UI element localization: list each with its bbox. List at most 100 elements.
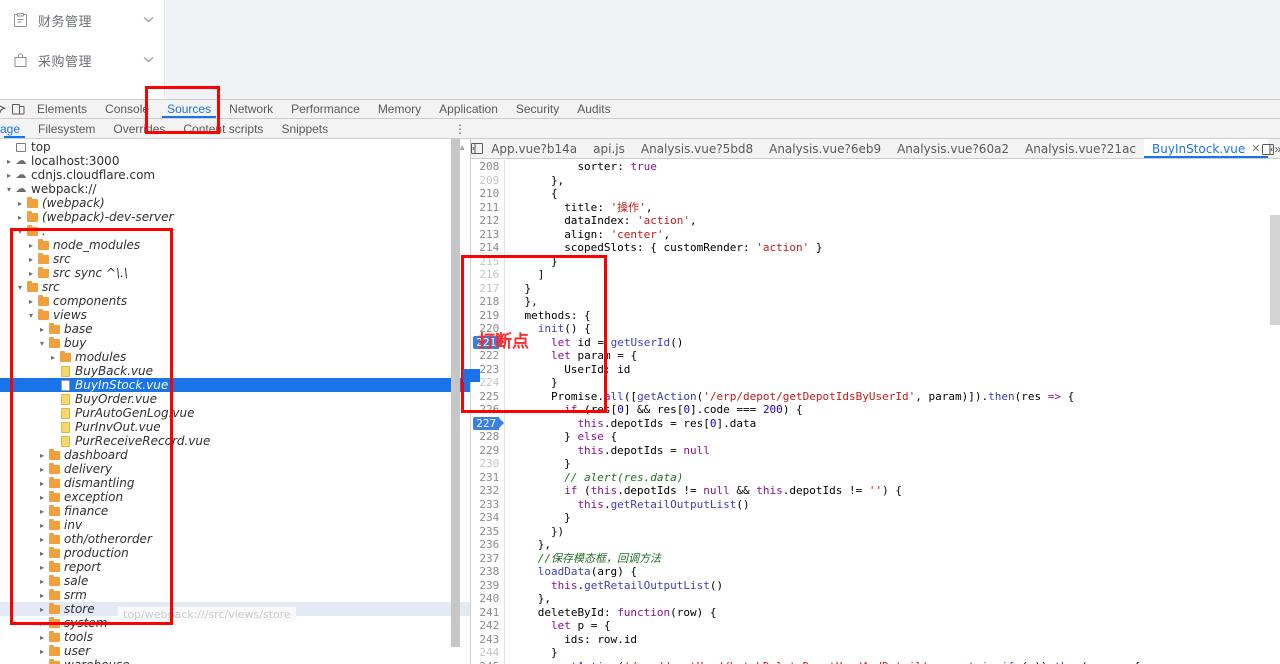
line-number[interactable]: 212: [471, 214, 499, 228]
code-line[interactable]: 234 }: [471, 511, 1280, 525]
twisty-icon[interactable]: ▸: [4, 168, 14, 182]
twisty-icon[interactable]: ▸: [37, 448, 47, 462]
show-debugger-icon[interactable]: [1259, 139, 1277, 159]
code-line[interactable]: 243 ids: row.id: [471, 633, 1280, 647]
code-line-with-breakpoint[interactable]: 221 let id = getUserId(): [471, 335, 1280, 349]
subtab-overrides[interactable]: Overrides: [104, 119, 174, 138]
tree-item[interactable]: BuyBack.vue: [0, 364, 470, 378]
line-number[interactable]: 230: [471, 457, 499, 471]
tree-item[interactable]: ▸ finance: [0, 504, 470, 518]
line-number[interactable]: 226: [471, 403, 499, 417]
tree-item[interactable]: PurAutoGenLog.vue: [0, 406, 470, 420]
tree-item[interactable]: ▸ ☁ cdnjs.cloudflare.com: [0, 168, 470, 182]
line-number[interactable]: 237: [471, 552, 499, 566]
inspect-element-icon[interactable]: [0, 100, 8, 119]
code-line[interactable]: 208 sorter: true: [471, 160, 1280, 174]
tree-item[interactable]: ▸ sale: [0, 574, 470, 588]
line-number[interactable]: 244: [471, 646, 499, 660]
twisty-icon[interactable]: ▸: [37, 462, 47, 476]
line-number[interactable]: 245: [471, 660, 499, 664]
editor-tab-buyinstock-vue[interactable]: BuyInStock.vue ✕: [1144, 139, 1269, 158]
twisty-icon[interactable]: ▸: [37, 504, 47, 518]
tree-item[interactable]: BuyOrder.vue: [0, 392, 470, 406]
tree-item[interactable]: ▸ base: [0, 322, 470, 336]
line-number[interactable]: 231: [471, 471, 499, 485]
twisty-icon[interactable]: [4, 140, 14, 154]
tree-item[interactable]: ▸ delivery: [0, 462, 470, 476]
twisty-icon[interactable]: ▸: [37, 322, 47, 336]
editor-tab-app-vue[interactable]: App.vue?b14a: [483, 139, 585, 158]
tree-item[interactable]: ▸ node_modules: [0, 238, 470, 252]
twisty-icon[interactable]: [48, 406, 58, 420]
code-line[interactable]: 212 dataIndex: 'action',: [471, 214, 1280, 228]
tab-security[interactable]: Security: [507, 100, 568, 118]
code-line-with-breakpoint[interactable]: 227 this.depotIds = res[0].data: [471, 416, 1280, 430]
line-number[interactable]: 236: [471, 538, 499, 552]
twisty-icon[interactable]: ▸: [26, 294, 36, 308]
line-number[interactable]: 240: [471, 592, 499, 606]
twisty-icon[interactable]: ▸: [26, 266, 36, 280]
twisty-icon[interactable]: ▸: [48, 350, 58, 364]
tree-item[interactable]: ▸ inv: [0, 518, 470, 532]
tree-item[interactable]: ▸ report: [0, 560, 470, 574]
subtab-content-scripts[interactable]: Content scripts: [174, 119, 272, 138]
tab-network[interactable]: Network: [220, 100, 282, 118]
code-line[interactable]: 209 },: [471, 174, 1280, 188]
more-options-icon[interactable]: ⋮: [452, 119, 468, 139]
tree-item[interactable]: ▸ tools: [0, 630, 470, 644]
code-line[interactable]: 235 }): [471, 525, 1280, 539]
editor-tab-analysis-60a2[interactable]: Analysis.vue?60a2: [889, 139, 1017, 158]
code-line[interactable]: 231 // alert(res.data): [471, 471, 1280, 485]
code-editor[interactable]: 208 sorter: true 209 }, 210 {211 title: '操…: [471, 160, 1280, 664]
subtab-snippets[interactable]: Snippets: [272, 119, 337, 138]
twisty-icon[interactable]: ▾: [4, 182, 14, 196]
line-number[interactable]: 216: [471, 268, 499, 282]
code-line[interactable]: 210 {: [471, 187, 1280, 201]
tree-item[interactable]: ▸ srm: [0, 588, 470, 602]
twisty-icon[interactable]: ▸: [37, 490, 47, 504]
code-line[interactable]: 223 UserId: id: [471, 363, 1280, 377]
subtab-page[interactable]: age: [0, 119, 29, 138]
line-number[interactable]: 235: [471, 525, 499, 539]
code-line[interactable]: 213 align: 'center',: [471, 228, 1280, 242]
code-line[interactable]: 244 }: [471, 646, 1280, 660]
twisty-icon[interactable]: ▸: [37, 518, 47, 532]
line-number[interactable]: 241: [471, 606, 499, 620]
tree-item[interactable]: ▸ src sync ^\.\: [0, 266, 470, 280]
sidebar-item-finance[interactable]: 财务管理: [0, 0, 164, 40]
line-number[interactable]: 234: [471, 511, 499, 525]
code-line[interactable]: 211 title: '操作',: [471, 201, 1280, 215]
line-number[interactable]: 229: [471, 444, 499, 458]
code-line[interactable]: 228 } else {: [471, 430, 1280, 444]
editor-tab-analysis-5bd8[interactable]: Analysis.vue?5bd8: [633, 139, 761, 158]
line-number[interactable]: 243: [471, 633, 499, 647]
twisty-icon[interactable]: [48, 420, 58, 434]
tree-item[interactable]: ▸ (webpack)-dev-server: [0, 210, 470, 224]
line-number[interactable]: 217: [471, 282, 499, 296]
twisty-icon[interactable]: [48, 392, 58, 406]
code-line[interactable]: 216 ]: [471, 268, 1280, 282]
code-line[interactable]: 229 this.depotIds = null: [471, 444, 1280, 458]
twisty-icon[interactable]: [48, 434, 58, 448]
twisty-icon[interactable]: ▸: [37, 560, 47, 574]
code-line[interactable]: 245 postAction('/erp/depotHead/batchDele…: [471, 660, 1280, 664]
tab-memory[interactable]: Memory: [369, 100, 430, 118]
line-number[interactable]: 227: [473, 416, 500, 430]
tree-item[interactable]: ▾ ☁ webpack://: [0, 182, 470, 196]
code-line[interactable]: 219 methods: {: [471, 309, 1280, 323]
code-line[interactable]: 217 }: [471, 282, 1280, 296]
code-line[interactable]: 218 },: [471, 295, 1280, 309]
line-number[interactable]: 219: [471, 309, 499, 323]
tree-item[interactable]: ▸ dismantling: [0, 476, 470, 490]
twisty-icon[interactable]: ▸: [37, 546, 47, 560]
code-line[interactable]: 241 deleteById: function(row) {: [471, 606, 1280, 620]
editor-tab-api-js[interactable]: api.js: [585, 139, 633, 158]
code-line[interactable]: 226 if (res[0] && res[0].code === 200) {: [471, 403, 1280, 417]
tree-item[interactable]: ▾.: [0, 224, 470, 238]
twisty-icon[interactable]: ▸: [37, 644, 47, 658]
twisty-icon[interactable]: ▾: [26, 308, 36, 322]
line-number[interactable]: 242: [471, 619, 499, 633]
twisty-icon[interactable]: ▸: [37, 588, 47, 602]
line-number[interactable]: 214: [471, 241, 499, 255]
twisty-icon[interactable]: ▾: [15, 224, 25, 238]
